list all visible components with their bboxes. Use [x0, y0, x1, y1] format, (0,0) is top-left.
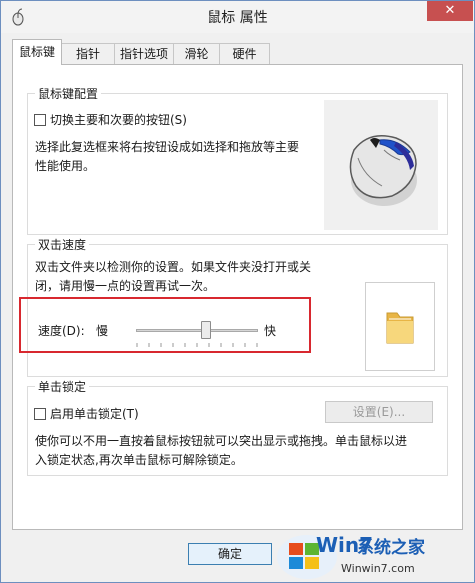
test-folder-area[interactable]	[365, 282, 435, 371]
tab-wheel[interactable]: 滑轮	[173, 43, 220, 64]
button-config-description-line2: 性能使用。	[35, 159, 96, 173]
double-click-legend: 双击速度	[35, 236, 90, 253]
click-lock-settings-button[interactable]: 设置(E)...	[325, 401, 433, 423]
switch-buttons-checkbox[interactable]	[34, 114, 46, 126]
switch-buttons-label: 切换主要和次要的按钮(S)	[50, 113, 187, 127]
click-lock-label: 启用单击锁定(T)	[50, 407, 139, 421]
button-config-description-line1: 选择此复选框来将右按钮设成如选择和拖放等主要	[35, 140, 300, 154]
mouse-icon	[349, 135, 417, 206]
button-config-group: 鼠标键配置 切换主要和次要的按钮(S) 选择此复选框来将右按钮设成如选择和拖放等…	[27, 85, 448, 235]
tab-pointers[interactable]: 指针	[61, 43, 115, 64]
tab-buttons[interactable]: 鼠标键	[12, 39, 62, 65]
mouse-properties-dialog: 鼠标 属性 ✕ 鼠标键 指针 指针选项 滑轮 硬件 鼠标键配置 切换主要和次要的…	[0, 0, 475, 583]
speed-highlight-annotation	[19, 297, 311, 353]
folder-icon	[386, 312, 414, 344]
click-lock-checkbox[interactable]	[34, 408, 46, 420]
watermark-brand-text2: 系统之家	[357, 538, 425, 558]
tab-pointer-options[interactable]: 指针选项	[114, 43, 174, 64]
double-click-description-line1: 双击文件夹以检测你的设置。如果文件夹没打开或关	[35, 260, 312, 274]
click-lock-description-line1: 使你可以不用一直按着鼠标按钮就可以突出显示或拖拽。单击鼠标以进	[35, 434, 408, 448]
tab-hardware[interactable]: 硬件	[219, 43, 270, 64]
ok-button[interactable]: 确定	[188, 543, 272, 565]
mouse-illustration	[324, 100, 438, 230]
title-bar: 鼠标 属性 ✕	[1, 1, 474, 33]
click-lock-group: 单击锁定 启用单击锁定(T) 设置(E)... 使你可以不用一直按着鼠标按钮就可…	[27, 378, 448, 476]
double-click-description-line2: 闭，请用慢一点的设置再试一次。	[35, 279, 216, 293]
button-config-legend: 鼠标键配置	[35, 85, 102, 102]
window-title: 鼠标 属性	[207, 10, 268, 26]
watermark-url: Winwin7.com	[341, 562, 415, 575]
click-lock-description-line2: 入锁定状态,再次单击鼠标可解除锁定。	[35, 453, 243, 467]
close-button[interactable]: ✕	[427, 1, 473, 21]
click-lock-legend: 单击锁定	[35, 378, 90, 395]
